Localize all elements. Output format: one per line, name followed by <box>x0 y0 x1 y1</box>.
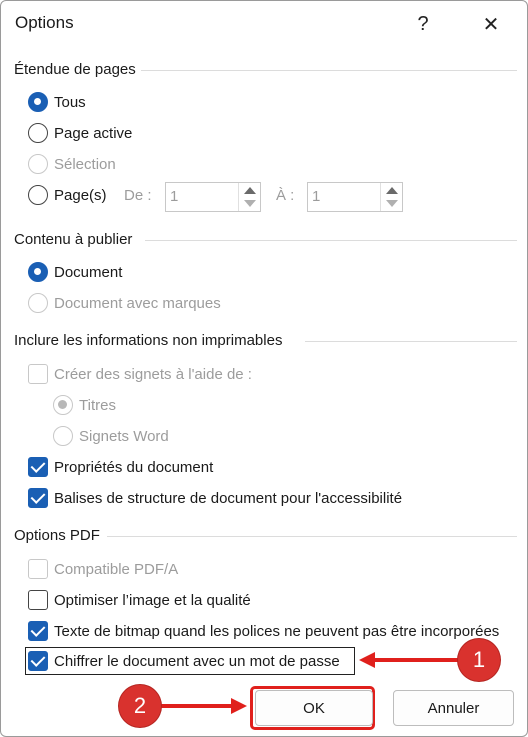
step-badge-2: 2 <box>119 685 161 727</box>
arrow-2-head-icon <box>231 698 247 714</box>
cancel-button[interactable]: Annuler <box>393 690 514 726</box>
step-badge-1: 1 <box>458 639 500 681</box>
arrow-1-head-icon <box>359 652 375 668</box>
options-dialog: Options ? ✕ Étendue de pages Tous Page a… <box>0 0 528 737</box>
annotation-arrows <box>161 652 461 714</box>
ok-button[interactable]: OK <box>255 690 373 726</box>
